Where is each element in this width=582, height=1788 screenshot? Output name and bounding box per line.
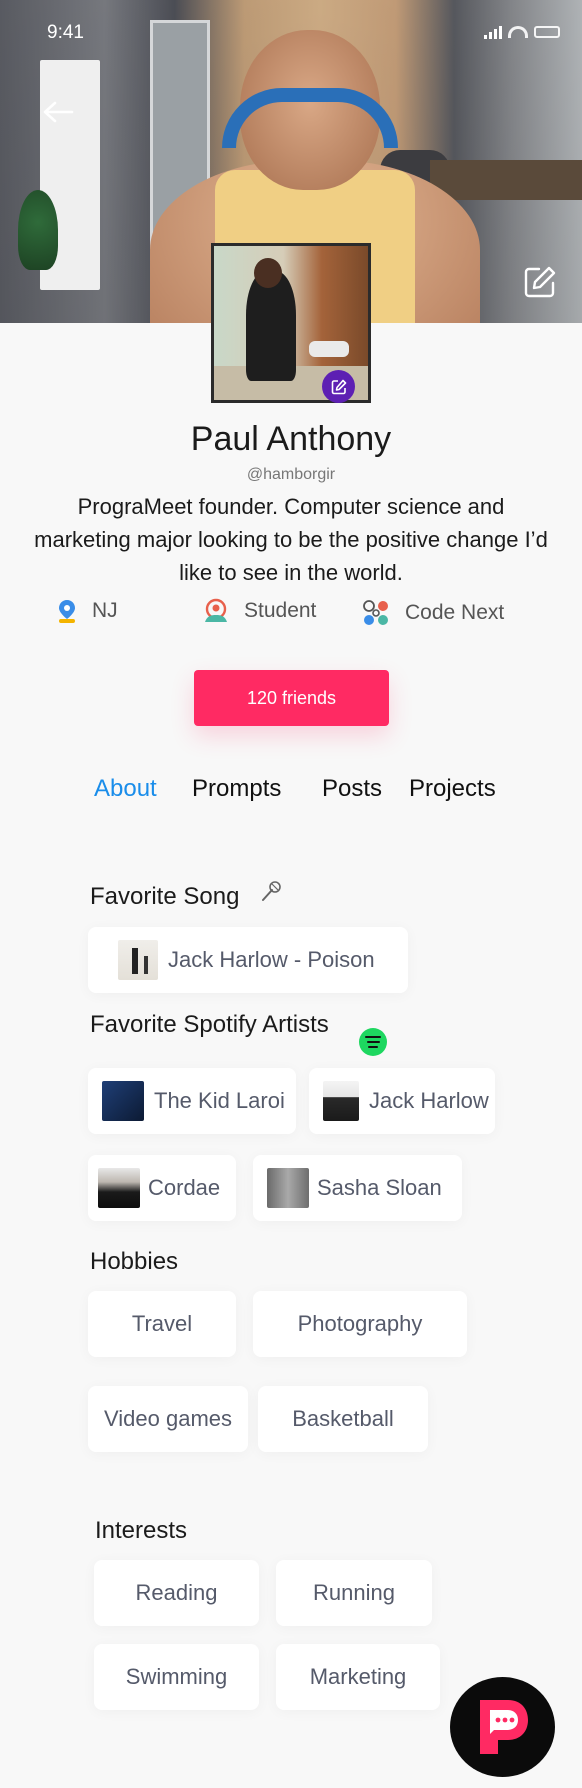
org-nodes-icon xyxy=(363,600,388,625)
artist-name: Cordae xyxy=(148,1175,221,1200)
friends-button[interactable]: 120 friends xyxy=(194,670,389,726)
profile-name: Paul Anthony xyxy=(190,420,392,458)
student-icon xyxy=(205,598,227,622)
tab-about[interactable]: About xyxy=(94,775,157,803)
hobby-chip[interactable]: Basketball xyxy=(258,1386,428,1452)
edit-square-icon xyxy=(331,379,346,394)
favorite-artists-title: Favorite Spotify Artists xyxy=(90,1011,329,1038)
hobby-chip[interactable]: Photography xyxy=(253,1291,467,1357)
tab-posts[interactable]: Posts xyxy=(322,775,382,803)
arrow-left-icon[interactable] xyxy=(42,100,74,124)
favorite-song-card[interactable]: Jack Harlow - Poison xyxy=(88,927,408,993)
programeet-app-button[interactable] xyxy=(450,1677,555,1777)
profile-role: Student xyxy=(202,598,316,624)
edit-avatar-button[interactable] xyxy=(322,370,355,403)
interest-chip[interactable]: Running xyxy=(276,1560,432,1626)
artist-photo xyxy=(267,1168,309,1208)
tab-projects[interactable]: Projects xyxy=(409,775,496,803)
hobby-chip[interactable]: Video games xyxy=(88,1386,248,1452)
organization-label: Code Next xyxy=(405,601,505,624)
profile-bio: PrograMeet founder. Computer science and… xyxy=(34,494,548,585)
programeet-logo-icon xyxy=(479,1700,528,1754)
profile-organization: Code Next xyxy=(361,598,504,628)
interest-chip[interactable]: Swimming xyxy=(94,1644,259,1710)
interests-title: Interests xyxy=(95,1517,188,1544)
artist-name: Jack Harlow xyxy=(369,1088,489,1113)
signal-icon xyxy=(484,25,502,39)
location-label: NJ xyxy=(92,599,118,622)
artist-card[interactable]: The Kid Laroi xyxy=(88,1068,296,1134)
artist-name: The Kid Laroi xyxy=(154,1088,285,1113)
artist-photo xyxy=(102,1081,144,1121)
location-pin-icon xyxy=(59,600,75,623)
spotify-icon xyxy=(359,1028,387,1056)
hobbies-title: Hobbies xyxy=(90,1248,179,1275)
interest-chip[interactable]: Reading xyxy=(94,1560,259,1626)
artist-photo xyxy=(323,1081,359,1121)
artist-name: Sasha Sloan xyxy=(317,1175,442,1200)
song-cover-image xyxy=(118,940,158,980)
role-label: Student xyxy=(244,599,317,622)
artist-card[interactable]: Sasha Sloan xyxy=(253,1155,462,1221)
profile-screen: 9:41 Paul Anthony @hamborgir PrograMeet … xyxy=(0,0,582,1788)
microphone-icon xyxy=(262,881,281,901)
hobby-chip[interactable]: Travel xyxy=(88,1291,236,1357)
favorite-song-label: Jack Harlow - Poison xyxy=(168,947,375,972)
status-time: 9:41 xyxy=(47,22,84,43)
artist-card[interactable]: Jack Harlow xyxy=(309,1068,495,1134)
tab-prompts[interactable]: Prompts xyxy=(192,775,281,803)
edit-cover-icon[interactable] xyxy=(522,264,558,300)
wifi-icon xyxy=(508,26,528,38)
artist-card[interactable]: Cordae xyxy=(88,1155,236,1221)
favorite-song-title: Favorite Song xyxy=(90,883,240,910)
battery-icon xyxy=(534,26,560,38)
status-indicators xyxy=(484,25,560,39)
artist-photo xyxy=(98,1168,140,1208)
profile-location: NJ xyxy=(56,598,118,624)
interest-chip[interactable]: Marketing xyxy=(276,1644,440,1710)
profile-handle: @hamborgir xyxy=(246,466,336,483)
